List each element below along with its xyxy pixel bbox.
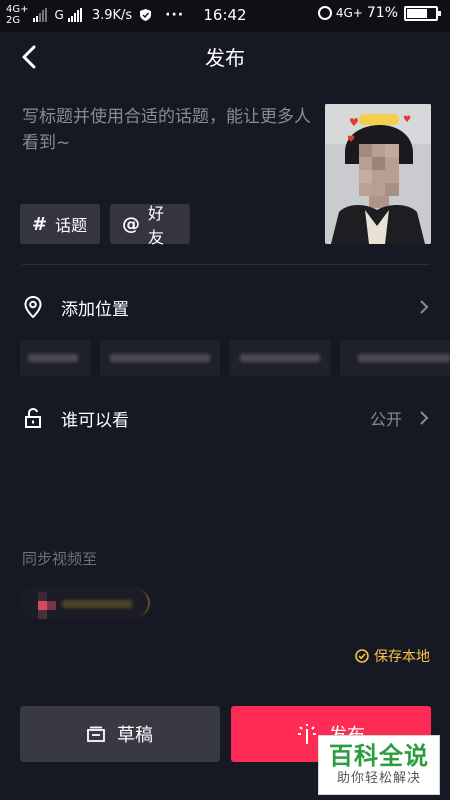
page-title: 发布 <box>205 46 245 70</box>
visibility-label: 谁可以看 <box>61 410 129 431</box>
header: 发布 <box>0 32 450 80</box>
visibility-value: 公开 <box>369 410 402 429</box>
sync-label: 同步视频至 <box>22 550 98 568</box>
location-pin-icon <box>22 295 44 319</box>
sync-account-toggle[interactable] <box>20 586 152 620</box>
network-label-4: 4G+ <box>335 6 363 20</box>
location-suggestion[interactable] <box>230 340 330 376</box>
location-suggestion[interactable] <box>100 340 220 376</box>
watermark-logo: 百科全说 助你轻松解决 <box>318 735 440 795</box>
svg-text:♥: ♥ <box>347 135 355 145</box>
unlock-icon <box>22 406 44 430</box>
location-suggestion[interactable] <box>340 340 450 376</box>
publish-spark-icon <box>298 724 316 744</box>
battery-icon <box>404 5 441 21</box>
hashtag-icon: # <box>32 213 48 235</box>
svg-text:♥: ♥ <box>349 116 359 129</box>
add-location-row[interactable]: 添加位置 <box>0 287 450 327</box>
add-location-label: 添加位置 <box>61 299 129 320</box>
check-circle-icon <box>355 649 369 663</box>
status-bar-right: 4G+ 71% <box>317 5 441 21</box>
watermark-subtitle: 助你轻松解决 <box>336 771 421 786</box>
friend-chip-label: 好友 <box>148 204 165 247</box>
svg-text:♥: ♥ <box>403 115 411 125</box>
topic-chip-label: 话题 <box>55 216 88 235</box>
topic-chip[interactable]: # 话题 <box>20 204 100 244</box>
draft-button[interactable]: 草稿 <box>20 706 220 762</box>
draft-button-label: 草稿 <box>117 725 153 746</box>
status-bar: 4G+ 2G G 3.9K/s ··· 16:42 4G+ 71% <box>0 0 450 32</box>
visibility-row[interactable]: 谁可以看 公开 <box>0 398 450 438</box>
battery-fill <box>407 8 427 18</box>
friend-chip[interactable]: @ 好友 <box>110 204 190 247</box>
divider <box>22 264 430 265</box>
watermark-title: 百科全说 <box>329 742 429 770</box>
video-cover-thumbnail[interactable]: ♥ ♥ ♥ <box>325 104 431 244</box>
drafts-box-icon <box>87 726 105 742</box>
save-local-label: 保存本地 <box>374 649 430 665</box>
chevron-right-icon <box>416 299 432 315</box>
caption-input[interactable]: 写标题并使用合适的话题，能让更多人看到~ <box>22 104 312 156</box>
cover-image: ♥ ♥ ♥ <box>325 104 431 244</box>
save-local-toggle[interactable]: 保存本地 <box>355 646 430 666</box>
at-icon: @ <box>122 213 140 235</box>
chevron-right-icon <box>416 410 432 426</box>
alarm-icon <box>317 6 332 20</box>
battery-percent: 71% <box>366 5 398 21</box>
location-suggestion[interactable] <box>20 340 90 376</box>
